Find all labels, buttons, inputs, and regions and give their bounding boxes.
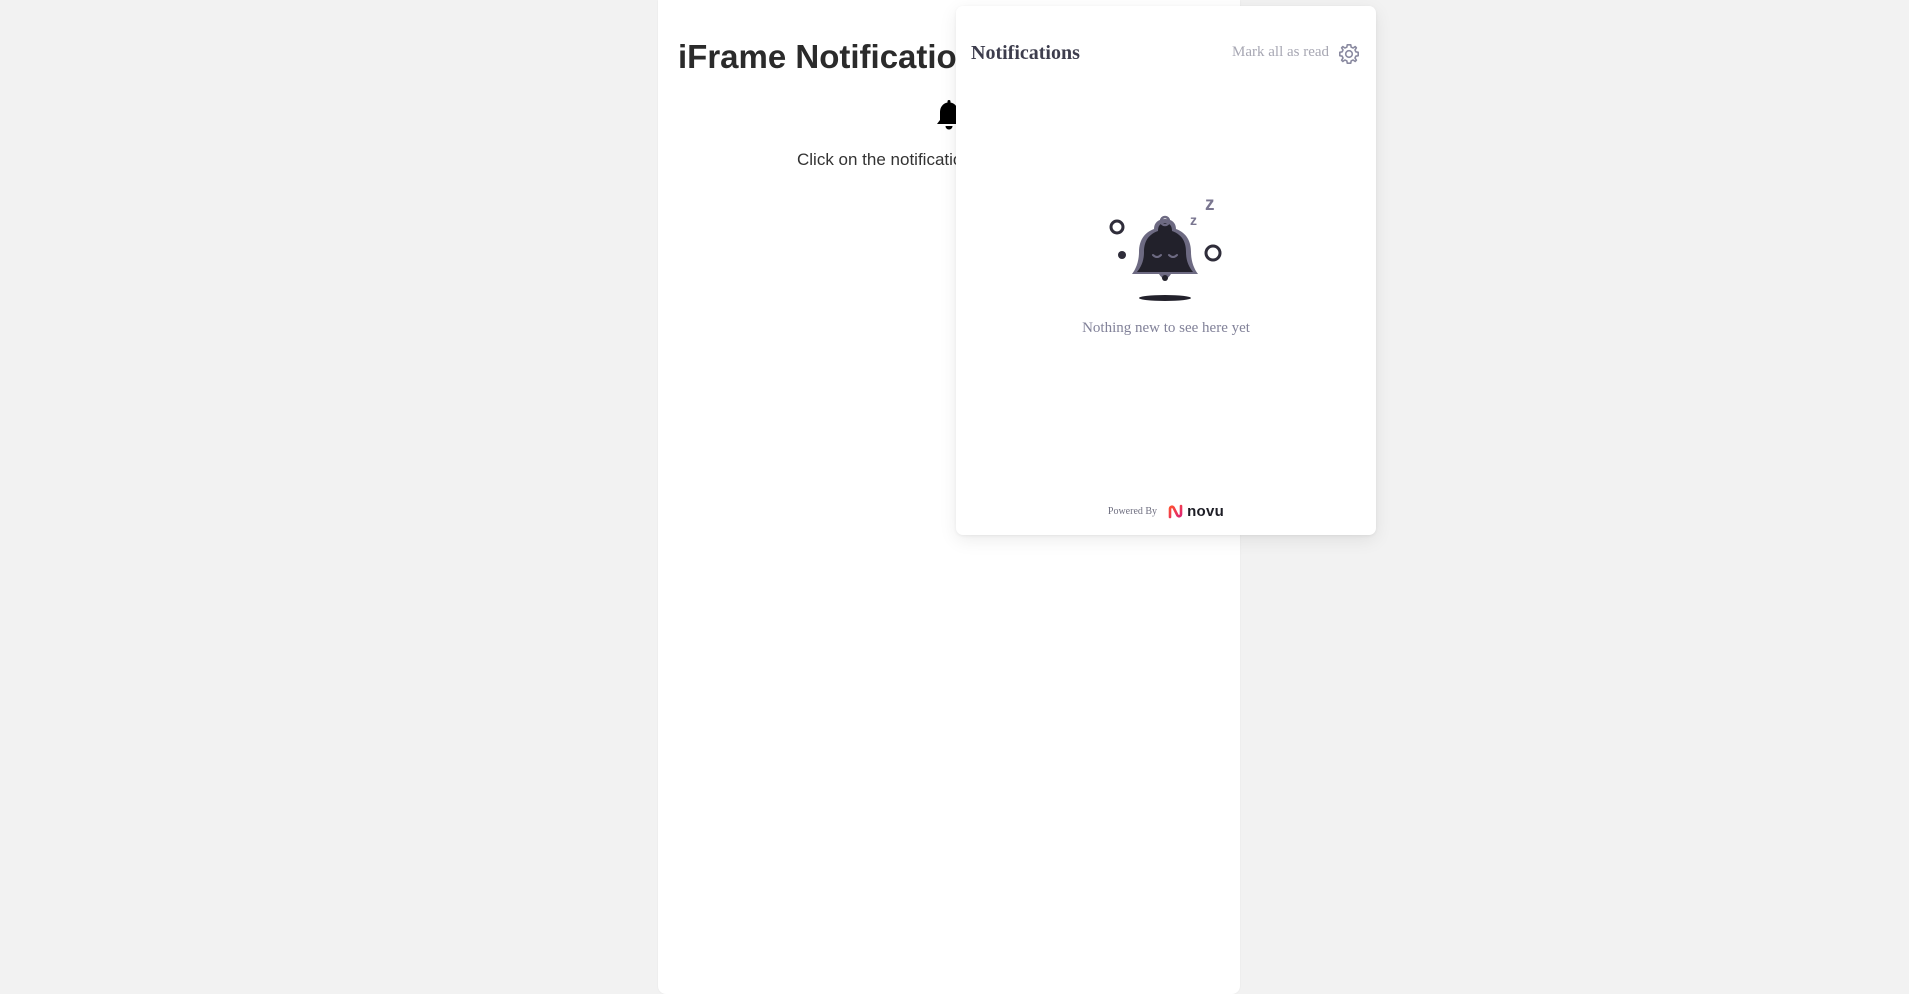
- sleeping-bell-icon: z z: [1109, 194, 1222, 301]
- novu-brand-link[interactable]: novu: [1167, 503, 1224, 520]
- mark-all-as-read-button[interactable]: Mark all as read: [1232, 44, 1329, 61]
- powered-by-label: Powered By: [1107, 505, 1158, 517]
- svg-text:z: z: [1190, 212, 1197, 228]
- novu-wordmark: novu: [1187, 502, 1225, 520]
- empty-state-illustration: z z: [1104, 188, 1230, 306]
- settings-button[interactable]: [1337, 42, 1361, 66]
- svg-text:z: z: [1205, 194, 1215, 215]
- empty-state-message: Nothing new to see here yet: [1082, 320, 1250, 336]
- popover-footer: Powered By novu: [956, 499, 1376, 523]
- popover-title: Notifications: [971, 42, 1080, 64]
- popover-header: Notifications Mark all as read: [956, 6, 1376, 101]
- gear-icon: [1339, 44, 1359, 64]
- page-title: iFrame Notification: [678, 38, 977, 75]
- notification-popover: Notifications Mark all as read z z Nothi…: [956, 6, 1376, 535]
- novu-logo-icon: [1168, 504, 1183, 518]
- page-instructions: Click on the notification: [797, 150, 972, 169]
